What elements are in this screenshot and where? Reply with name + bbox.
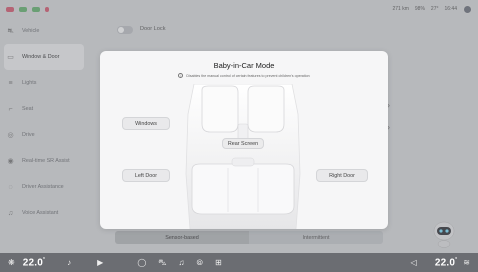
car-front-icon[interactable]: ⛍ [158,258,166,268]
dialog-subtitle-text: Disables the manual control of certain f… [186,73,310,78]
right-temp-value: 22.0 [434,257,456,269]
left-temp[interactable]: 22.0° [23,257,45,268]
music-icon[interactable]: ♫ [179,258,185,267]
seat-heat-icon[interactable]: ≋ [463,258,470,267]
info-icon: i [178,73,184,78]
apps-grid-icon[interactable]: ⊞ [215,258,222,267]
dialog-title: Baby-in-Car Mode [213,61,275,70]
windows-button[interactable]: Windows [122,117,170,130]
right-door-button[interactable]: Right Door [316,169,368,182]
music-note-icon[interactable]: ♪ [67,258,71,267]
car-top-view-illustration [185,84,301,229]
baby-in-car-mode-dialog: Baby-in-Car Mode i Disables the manual c… [100,51,388,229]
right-temp[interactable]: 22.0° [435,257,457,268]
left-door-button[interactable]: Left Door [122,169,170,182]
play-icon[interactable]: ▶ [97,258,103,267]
rear-screen-button[interactable]: Rear Screen [222,138,264,149]
bottom-dock: ❋ 22.0° ♪ ▶ ◯ ⛍ ♫ ⦾ ⊞ ◁ 22.0° ≋ [0,253,478,272]
left-temp-value: 22.0 [22,257,43,269]
volume-icon[interactable]: ◁ [411,258,417,267]
fan-icon[interactable]: ❋ [8,258,15,267]
navigation-icon[interactable]: ◯ [137,258,146,267]
left-temp-unit: ° [42,256,46,263]
right-temp-unit: ° [455,256,458,263]
camera-360-icon[interactable]: ⦾ [197,258,203,268]
dialog-subtitle: i Disables the manual control of certain… [100,73,388,78]
